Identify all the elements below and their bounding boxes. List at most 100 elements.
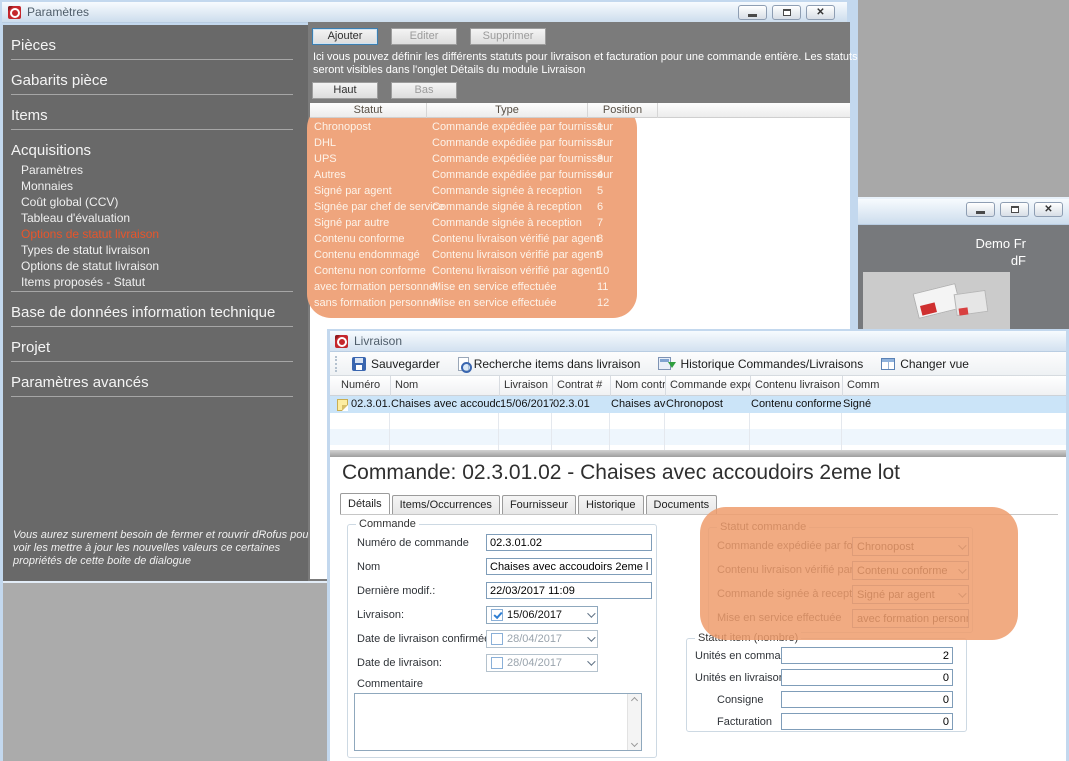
status-row[interactable]: avec formation personnelMise en service … [310,279,850,295]
scroll-up-icon[interactable] [631,697,638,704]
grid-column-header[interactable]: Nom contrat [611,376,666,396]
nom-field[interactable] [486,558,652,575]
tab-fournisseur[interactable]: Fournisseur [502,495,576,514]
livraison-titlebar[interactable]: Livraison [330,331,1066,352]
sidebar-item-projet[interactable]: Projet [11,339,293,360]
scroll-down-icon[interactable] [631,740,638,747]
grid-column-header[interactable]: Comm [843,376,1066,396]
toolbar-grip[interactable] [335,356,339,372]
status-row[interactable]: Contenu non conformeContenu livraison vé… [310,263,850,279]
close-icon[interactable]: ✕ [806,5,835,20]
select-commande-signee[interactable]: Signé par agent [852,585,969,604]
window-title: Paramètres [27,5,89,19]
minimize-icon[interactable] [966,202,995,217]
commentaire-textarea[interactable] [354,693,642,751]
grid-column-header[interactable]: Livraison [500,376,553,396]
sidebar-item-gabarits-pi-ce[interactable]: Gabarits pièce [11,72,293,93]
status-cell: Contenu livraison vérifié par agent [432,231,599,247]
grid-column-header[interactable]: Nom [391,376,500,396]
toolbar-button-sauvegarder[interactable]: Sauvegarder [343,354,449,374]
checkbox-unchecked-icon[interactable] [491,633,503,645]
save-icon [352,357,366,371]
field-label: Dernière modif.: [357,585,435,597]
status-row[interactable]: UPSCommande expédiée par fournisseur3 [310,151,850,167]
background-window-titlebar[interactable]: ✕ [858,197,1069,225]
tab-items-occurrences[interactable]: Items/Occurrences [392,495,500,514]
grid-column-header[interactable]: Contenu livraison vérifié... [751,376,843,396]
background-window-text: Demo Fr dF [918,235,1026,269]
status-row[interactable]: Contenu conformeContenu livraison vérifi… [310,231,850,247]
status-row[interactable]: Signé par agentCommande signée à recepti… [310,183,850,199]
grid-column-header[interactable]: Contrat # [553,376,611,396]
status-row[interactable]: sans formation personnelMise en service … [310,295,850,311]
grid-empty-row[interactable] [330,429,1066,445]
sidebar-item-co-t-global-ccv[interactable]: Coût global (CCV) [21,195,300,210]
grid-column-header[interactable]: Commande expédiée pa... [666,376,751,396]
select-mise-en-service[interactable]: avec formation personnel [852,609,969,628]
date-livraison-picker[interactable]: 28/04/2017 [486,654,598,672]
sidebar-item-param-tres[interactable]: Paramètres [21,163,300,178]
livraison-date-picker[interactable]: 15/06/2017 [486,606,598,624]
haut-button[interactable]: Haut [312,82,378,99]
sidebar-item-tableau-d-valuation[interactable]: Tableau d'évaluation [21,211,300,226]
select-contenu-verifie[interactable]: Contenu conforme [852,561,969,580]
sidebar-item-pi-ces[interactable]: Pièces [11,37,293,58]
sidebar-item-monnaies[interactable]: Monnaies [21,179,300,194]
editer-button[interactable]: Editer [391,28,457,45]
group-statut-commande: Statut commande Commande expédiée par fo… [708,527,973,633]
grid-row-selected[interactable]: 02.3.01.02Chaises avec accoudoirs 2em...… [330,396,1066,413]
status-cell: avec formation personnel [314,279,438,295]
minimize-icon[interactable] [738,5,767,20]
toolbar-button-changer-vue[interactable]: Changer vue [872,354,978,374]
restore-icon[interactable] [772,5,801,20]
tab-historique[interactable]: Historique [578,495,644,514]
supprimer-button[interactable]: Supprimer [470,28,546,45]
splitter-handle[interactable] [330,450,1066,457]
grid-empty-row[interactable] [330,413,1066,429]
consigne-field[interactable] [781,691,953,708]
sidebar-item-base-de-donn-es-information-technique[interactable]: Base de données information technique [11,304,293,325]
scrollbar[interactable] [627,694,641,750]
checkbox-checked-icon[interactable] [491,609,503,621]
status-column-header[interactable]: Statut [310,103,427,118]
numero-commande-field[interactable] [486,534,652,551]
status-row[interactable]: ChronopostCommande expédiée par fourniss… [310,119,850,135]
unites-commande-field[interactable] [781,647,953,664]
grid-cell-text: Contenu conforme [751,396,842,413]
sidebar-item-param-tres-avanc-s[interactable]: Paramètres avancés [11,374,293,395]
tab-d-tails[interactable]: Détails [340,493,390,514]
bas-button[interactable]: Bas [391,82,457,99]
status-row[interactable]: AutresCommande expédiée par fournisseur4 [310,167,850,183]
status-cell: Signé par agent [314,183,392,199]
sidebar-item-acquisitions[interactable]: Acquisitions [11,142,293,163]
status-row[interactable]: Signé par autreCommande signée à recepti… [310,215,850,231]
status-column-header[interactable]: Type [427,103,588,118]
ajouter-button[interactable]: Ajouter [312,28,378,45]
grid-column-header[interactable]: Numéro [337,376,391,396]
sidebar-item-types-de-statut-livraison[interactable]: Types de statut livraison [21,243,300,258]
status-row[interactable]: Contenu endommagéContenu livraison vérif… [310,247,850,263]
maximize-icon[interactable] [1000,202,1029,217]
sidebar-item-options-de-statut-livraison[interactable]: Options de statut livraison [21,259,300,274]
status-row[interactable]: DHLCommande expédiée par fournisseur2 [310,135,850,151]
status-cell: 2 [597,135,603,151]
sidebar-item-options-de-statut-livraison[interactable]: Options de statut livraison [21,227,300,242]
toolbar-button-recherche-items-dans-livraison[interactable]: Recherche items dans livraison [449,354,650,374]
tab-documents[interactable]: Documents [646,495,718,514]
sidebar-item-items-propos-s-statut[interactable]: Items proposés - Statut [21,275,300,290]
status-cell: 7 [597,215,603,231]
select-commande-expediee[interactable]: Chronopost [852,537,969,556]
sidebar-item-items[interactable]: Items [11,107,293,128]
close-icon[interactable]: ✕ [1034,202,1063,217]
sidebar-divider [11,396,293,397]
unites-livraison-field[interactable] [781,669,953,686]
status-column-header[interactable]: Position [588,103,658,118]
status-cell: 12 [597,295,609,311]
status-row[interactable]: Signée par chef de serviceCommande signé… [310,199,850,215]
parametres-titlebar[interactable]: Paramètres ✕ [2,2,847,23]
derniere-modif-field[interactable] [486,582,652,599]
checkbox-unchecked-icon[interactable] [491,657,503,669]
date-confirmee-picker[interactable]: 28/04/2017 [486,630,598,648]
toolbar-button-historique-commandes-livraisons[interactable]: Historique Commandes/Livraisons [649,354,872,374]
facturation-field[interactable] [781,713,953,730]
